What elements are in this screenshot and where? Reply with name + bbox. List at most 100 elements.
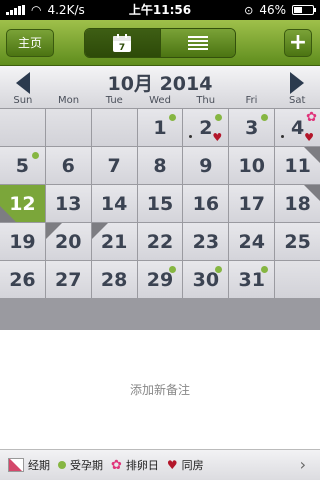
home-button[interactable]: 主页 (6, 29, 54, 57)
fertile-dot-icon (58, 461, 66, 469)
day-cell[interactable]: 19 (0, 223, 45, 260)
list-view-tab[interactable] (159, 29, 235, 57)
day-number: 27 (55, 269, 82, 291)
day-number: 18 (284, 193, 311, 215)
note-area[interactable]: 添加新备注 (0, 331, 320, 449)
day-cell[interactable]: 15 (137, 185, 183, 222)
day-number: 25 (284, 231, 311, 253)
legend-bar[interactable]: 经期 受孕期 ✿ 排卵日 ♥ 同房 › (0, 449, 320, 480)
empty-day-cell (45, 109, 91, 146)
calendar-icon: 7 (113, 34, 132, 53)
month-header: 10月 2014 Sun Mon Tue Wed Thu Fri Sat (0, 66, 320, 108)
day-cell[interactable]: 25 (275, 223, 320, 260)
next-month-arrow-icon[interactable] (290, 72, 304, 94)
add-button[interactable]: + (284, 29, 312, 57)
day-cell[interactable]: 12 (0, 185, 45, 222)
weekday-label: Fri (245, 95, 258, 106)
day-cell[interactable]: 11 (275, 147, 320, 184)
legend-label: 同房 (181, 459, 204, 472)
ovulation-flower-icon: ✿ (306, 110, 317, 125)
day-cell[interactable]: 2 ♥ (183, 109, 229, 146)
day-cell[interactable]: 16 (183, 185, 229, 222)
day-cell[interactable]: 10 (229, 147, 275, 184)
day-cell[interactable]: 27 (45, 261, 91, 298)
day-number: 13 (55, 193, 82, 215)
day-cell[interactable]: 14 (91, 185, 137, 222)
empty-day-cell (91, 109, 137, 146)
day-number: 3 (245, 117, 259, 139)
heart-icon: ♥ (166, 458, 178, 472)
day-cell[interactable]: 23 (183, 223, 229, 260)
day-number: 26 (9, 269, 36, 291)
legend-item: ✿ 排卵日 (111, 457, 159, 473)
day-cell[interactable]: 28 (91, 261, 137, 298)
day-cell[interactable]: 24 (229, 223, 275, 260)
calendar-icon-day: 7 (119, 43, 125, 53)
empty-day-cell (0, 109, 45, 146)
day-number: 8 (153, 155, 167, 177)
day-cell[interactable]: 7 (91, 147, 137, 184)
heart-icon: ♥ (212, 131, 223, 144)
day-number: 17 (238, 193, 265, 215)
legend-item: ♥ 同房 (167, 457, 204, 473)
view-switcher: 7 (84, 28, 236, 58)
day-cell[interactable]: 17 (229, 185, 275, 222)
ovulation-flower-icon: ✿ (111, 457, 122, 473)
day-cell[interactable]: 20 (45, 223, 91, 260)
day-number: 23 (192, 231, 220, 253)
day-cell[interactable]: 4 ✿ ♥ (275, 109, 320, 146)
month-title: 10月 2014 (107, 73, 213, 95)
day-cell[interactable]: 21 (91, 223, 137, 260)
day-number: 12 (9, 193, 36, 215)
day-number: 22 (146, 231, 174, 253)
day-cell[interactable]: 26 (0, 261, 45, 298)
day-number: 14 (100, 193, 128, 215)
battery-percent: 46% (259, 3, 286, 17)
day-number: 28 (100, 269, 128, 291)
day-number: 15 (146, 193, 174, 215)
day-cell[interactable]: 8 (137, 147, 183, 184)
day-cell[interactable]: 13 (45, 185, 91, 222)
day-number: 24 (238, 231, 265, 253)
weekday-label: Sun (13, 95, 33, 106)
status-right: ⊙ 46% (244, 0, 316, 20)
calendar-view-tab[interactable]: 7 (85, 29, 160, 57)
day-cell[interactable]: 18 (275, 185, 320, 222)
day-number: 29 (146, 269, 174, 291)
day-cell[interactable]: 6 (45, 147, 91, 184)
weekday-header: Sun Mon Tue Wed Thu Fri Sat (0, 95, 320, 107)
heart-icon: ♥ (304, 131, 314, 144)
legend-item: 受孕期 (58, 457, 103, 473)
fertile-dot-icon (31, 152, 39, 159)
legend-item: 经期 (8, 457, 50, 473)
weekday-label: Thu (196, 95, 216, 106)
day-cell[interactable]: 29 (137, 261, 183, 298)
legend-label: 受孕期 (70, 459, 103, 472)
day-cell[interactable]: 1 (137, 109, 183, 146)
day-cell[interactable]: 30 (183, 261, 229, 298)
rotation-lock-icon: ⊙ (244, 3, 254, 17)
weekday-label: Mon (58, 95, 80, 106)
legend-label: 经期 (28, 459, 50, 472)
legend-label: 排卵日 (125, 459, 159, 472)
status-bar: ◠ 4.2K/s 上午11:56 ⊙ 46% (0, 0, 320, 20)
day-cell[interactable]: 31 (229, 261, 275, 298)
chevron-right-icon[interactable]: › (300, 455, 306, 474)
day-cell[interactable]: 9 (183, 147, 229, 184)
day-number: 6 (61, 155, 75, 177)
day-number: 31 (238, 269, 265, 291)
weekday-label: Wed (149, 95, 171, 106)
day-number: 19 (9, 231, 36, 253)
add-note-placeholder[interactable]: 添加新备注 (0, 381, 320, 398)
day-number: 5 (15, 155, 30, 177)
day-cell[interactable]: 5 (0, 147, 45, 184)
day-cell[interactable]: 3 (229, 109, 275, 146)
day-number: 20 (55, 231, 82, 253)
day-number: 9 (199, 155, 213, 177)
day-number: 30 (192, 269, 220, 291)
day-number: 7 (107, 155, 121, 177)
day-cell[interactable]: 22 (137, 223, 183, 260)
battery-icon (292, 5, 316, 15)
weekday-label: Tue (105, 95, 123, 106)
period-icon (8, 458, 24, 472)
